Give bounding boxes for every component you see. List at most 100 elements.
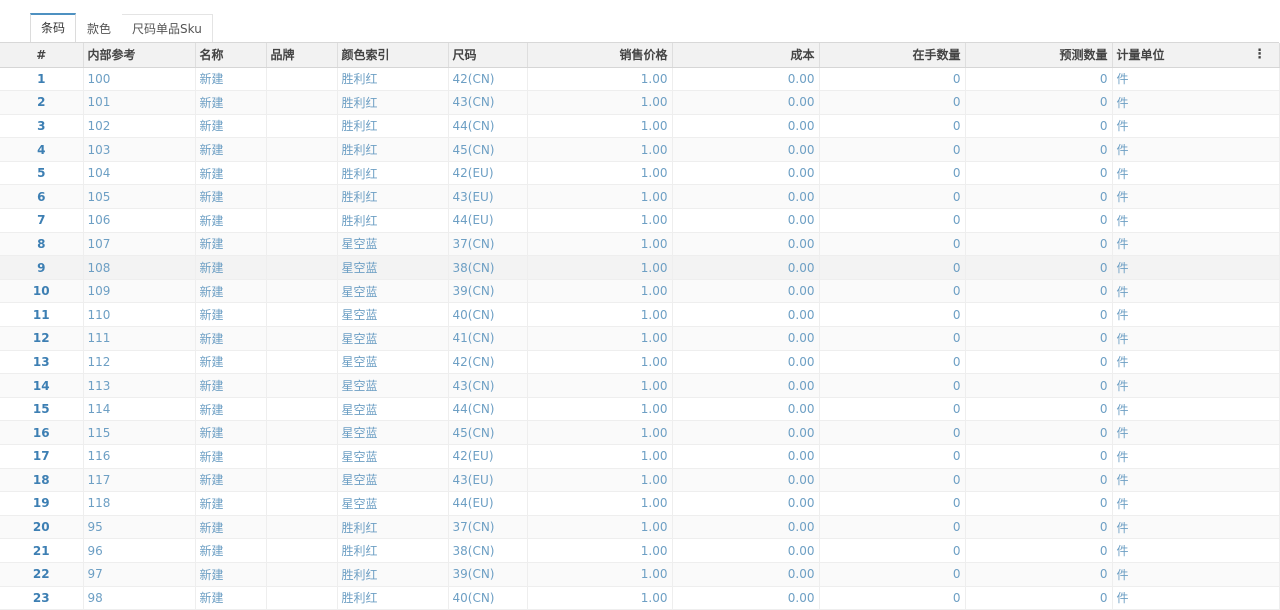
cell-forecast[interactable]: 0: [965, 326, 1113, 351]
cell-cost[interactable]: 0.00: [672, 350, 820, 375]
cell-forecast[interactable]: 0: [965, 184, 1113, 210]
table-row[interactable]: 6 105 新建 胜利红 43(EU) 1.00 0.00 0 0 件: [0, 184, 1280, 210]
cell-cost[interactable]: 0.00: [672, 90, 820, 115]
column-header-index[interactable]: #: [0, 43, 84, 68]
cell-name[interactable]: 新建: [195, 255, 267, 280]
cell-sale-price[interactable]: 1.00: [527, 184, 673, 210]
cell-uom[interactable]: 件: [1112, 208, 1280, 233]
cell-cost[interactable]: 0.00: [672, 137, 820, 162]
table-row[interactable]: 22 97 新建 胜利红 39(CN) 1.00 0.00 0 0 件: [0, 562, 1280, 587]
cell-name[interactable]: 新建: [195, 586, 267, 610]
cell-brand[interactable]: [266, 90, 338, 115]
table-row[interactable]: 9 108 新建 星空蓝 38(CN) 1.00 0.00 0 0 件: [0, 255, 1280, 280]
cell-size[interactable]: 41(CN): [448, 326, 528, 351]
cell-color-index[interactable]: 胜利红: [337, 161, 449, 186]
cell-uom[interactable]: 件: [1112, 397, 1280, 422]
row-index[interactable]: 15: [0, 397, 84, 422]
cell-cost[interactable]: 0.00: [672, 161, 820, 186]
cell-forecast[interactable]: 0: [965, 137, 1113, 162]
row-index[interactable]: 3: [0, 114, 84, 139]
cell-brand[interactable]: [266, 515, 338, 540]
cell-internal-ref[interactable]: 100: [83, 67, 196, 92]
cell-internal-ref[interactable]: 112: [83, 350, 196, 375]
cell-cost[interactable]: 0.00: [672, 302, 820, 328]
row-index[interactable]: 20: [0, 515, 84, 540]
cell-sale-price[interactable]: 1.00: [527, 232, 673, 257]
cell-on-hand[interactable]: 0: [819, 161, 966, 186]
cell-on-hand[interactable]: 0: [819, 468, 966, 493]
cell-name[interactable]: 新建: [195, 562, 267, 587]
row-index[interactable]: 14: [0, 373, 84, 398]
cell-color-index[interactable]: 星空蓝: [337, 420, 449, 445]
table-row[interactable]: 1 100 新建 胜利红 42(CN) 1.00 0.00 0 0 件: [0, 67, 1280, 92]
cell-color-index[interactable]: 胜利红: [337, 114, 449, 139]
row-index[interactable]: 22: [0, 562, 84, 587]
cell-color-index[interactable]: 胜利红: [337, 90, 449, 115]
column-header-sale-price[interactable]: 销售价格: [527, 43, 673, 68]
table-row[interactable]: 21 96 新建 胜利红 38(CN) 1.00 0.00 0 0 件: [0, 538, 1280, 563]
cell-internal-ref[interactable]: 118: [83, 491, 196, 516]
row-index[interactable]: 17: [0, 444, 84, 469]
cell-on-hand[interactable]: 0: [819, 90, 966, 115]
column-header-name[interactable]: 名称: [195, 43, 267, 68]
cell-sale-price[interactable]: 1.00: [527, 491, 673, 516]
cell-size[interactable]: 44(CN): [448, 397, 528, 422]
column-header-size[interactable]: 尺码: [448, 43, 528, 68]
cell-uom[interactable]: 件: [1112, 373, 1280, 398]
cell-color-index[interactable]: 胜利红: [337, 67, 449, 92]
cell-name[interactable]: 新建: [195, 491, 267, 516]
cell-size[interactable]: 42(EU): [448, 161, 528, 186]
cell-forecast[interactable]: 0: [965, 515, 1113, 540]
column-header-internal-ref[interactable]: 内部参考: [83, 43, 196, 68]
column-header-cost[interactable]: 成本: [672, 43, 820, 68]
table-row[interactable]: 14 113 新建 星空蓝 43(CN) 1.00 0.00 0 0 件: [0, 373, 1280, 398]
row-index[interactable]: 13: [0, 350, 84, 375]
cell-uom[interactable]: 件: [1112, 161, 1280, 186]
cell-color-index[interactable]: 星空蓝: [337, 279, 449, 304]
cell-brand[interactable]: [266, 302, 338, 328]
cell-forecast[interactable]: 0: [965, 420, 1113, 445]
cell-forecast[interactable]: 0: [965, 90, 1113, 115]
column-header-brand[interactable]: 品牌: [266, 43, 338, 68]
cell-on-hand[interactable]: 0: [819, 232, 966, 257]
cell-internal-ref[interactable]: 110: [83, 302, 196, 328]
cell-internal-ref[interactable]: 114: [83, 397, 196, 422]
cell-brand[interactable]: [266, 232, 338, 257]
row-index[interactable]: 4: [0, 137, 84, 162]
cell-on-hand[interactable]: 0: [819, 114, 966, 139]
cell-on-hand[interactable]: 0: [819, 208, 966, 233]
table-row[interactable]: 23 98 新建 胜利红 40(CN) 1.00 0.00 0 0 件: [0, 586, 1280, 610]
cell-brand[interactable]: [266, 137, 338, 162]
kebab-menu-icon[interactable]: ⋮: [1253, 48, 1266, 61]
row-index[interactable]: 1: [0, 67, 84, 92]
cell-color-index[interactable]: 星空蓝: [337, 373, 449, 398]
cell-cost[interactable]: 0.00: [672, 468, 820, 493]
cell-uom[interactable]: 件: [1112, 586, 1280, 610]
table-row[interactable]: 5 104 新建 胜利红 42(EU) 1.00 0.00 0 0 件: [0, 161, 1280, 186]
cell-sale-price[interactable]: 1.00: [527, 350, 673, 375]
cell-brand[interactable]: [266, 208, 338, 233]
cell-size[interactable]: 44(CN): [448, 114, 528, 139]
cell-forecast[interactable]: 0: [965, 67, 1113, 92]
cell-brand[interactable]: [266, 420, 338, 445]
cell-sale-price[interactable]: 1.00: [527, 468, 673, 493]
cell-forecast[interactable]: 0: [965, 397, 1113, 422]
cell-uom[interactable]: 件: [1112, 468, 1280, 493]
row-index[interactable]: 5: [0, 161, 84, 186]
cell-color-index[interactable]: 胜利红: [337, 538, 449, 563]
cell-brand[interactable]: [266, 326, 338, 351]
cell-on-hand[interactable]: 0: [819, 515, 966, 540]
cell-name[interactable]: 新建: [195, 137, 267, 162]
cell-sale-price[interactable]: 1.00: [527, 397, 673, 422]
cell-color-index[interactable]: 星空蓝: [337, 232, 449, 257]
cell-sale-price[interactable]: 1.00: [527, 302, 673, 328]
table-row[interactable]: 15 114 新建 星空蓝 44(CN) 1.00 0.00 0 0 件: [0, 397, 1280, 422]
cell-size[interactable]: 43(EU): [448, 184, 528, 210]
cell-internal-ref[interactable]: 115: [83, 420, 196, 445]
cell-uom[interactable]: 件: [1112, 67, 1280, 92]
cell-name[interactable]: 新建: [195, 326, 267, 351]
cell-uom[interactable]: 件: [1112, 515, 1280, 540]
cell-color-index[interactable]: 星空蓝: [337, 326, 449, 351]
cell-size[interactable]: 45(CN): [448, 420, 528, 445]
cell-internal-ref[interactable]: 103: [83, 137, 196, 162]
